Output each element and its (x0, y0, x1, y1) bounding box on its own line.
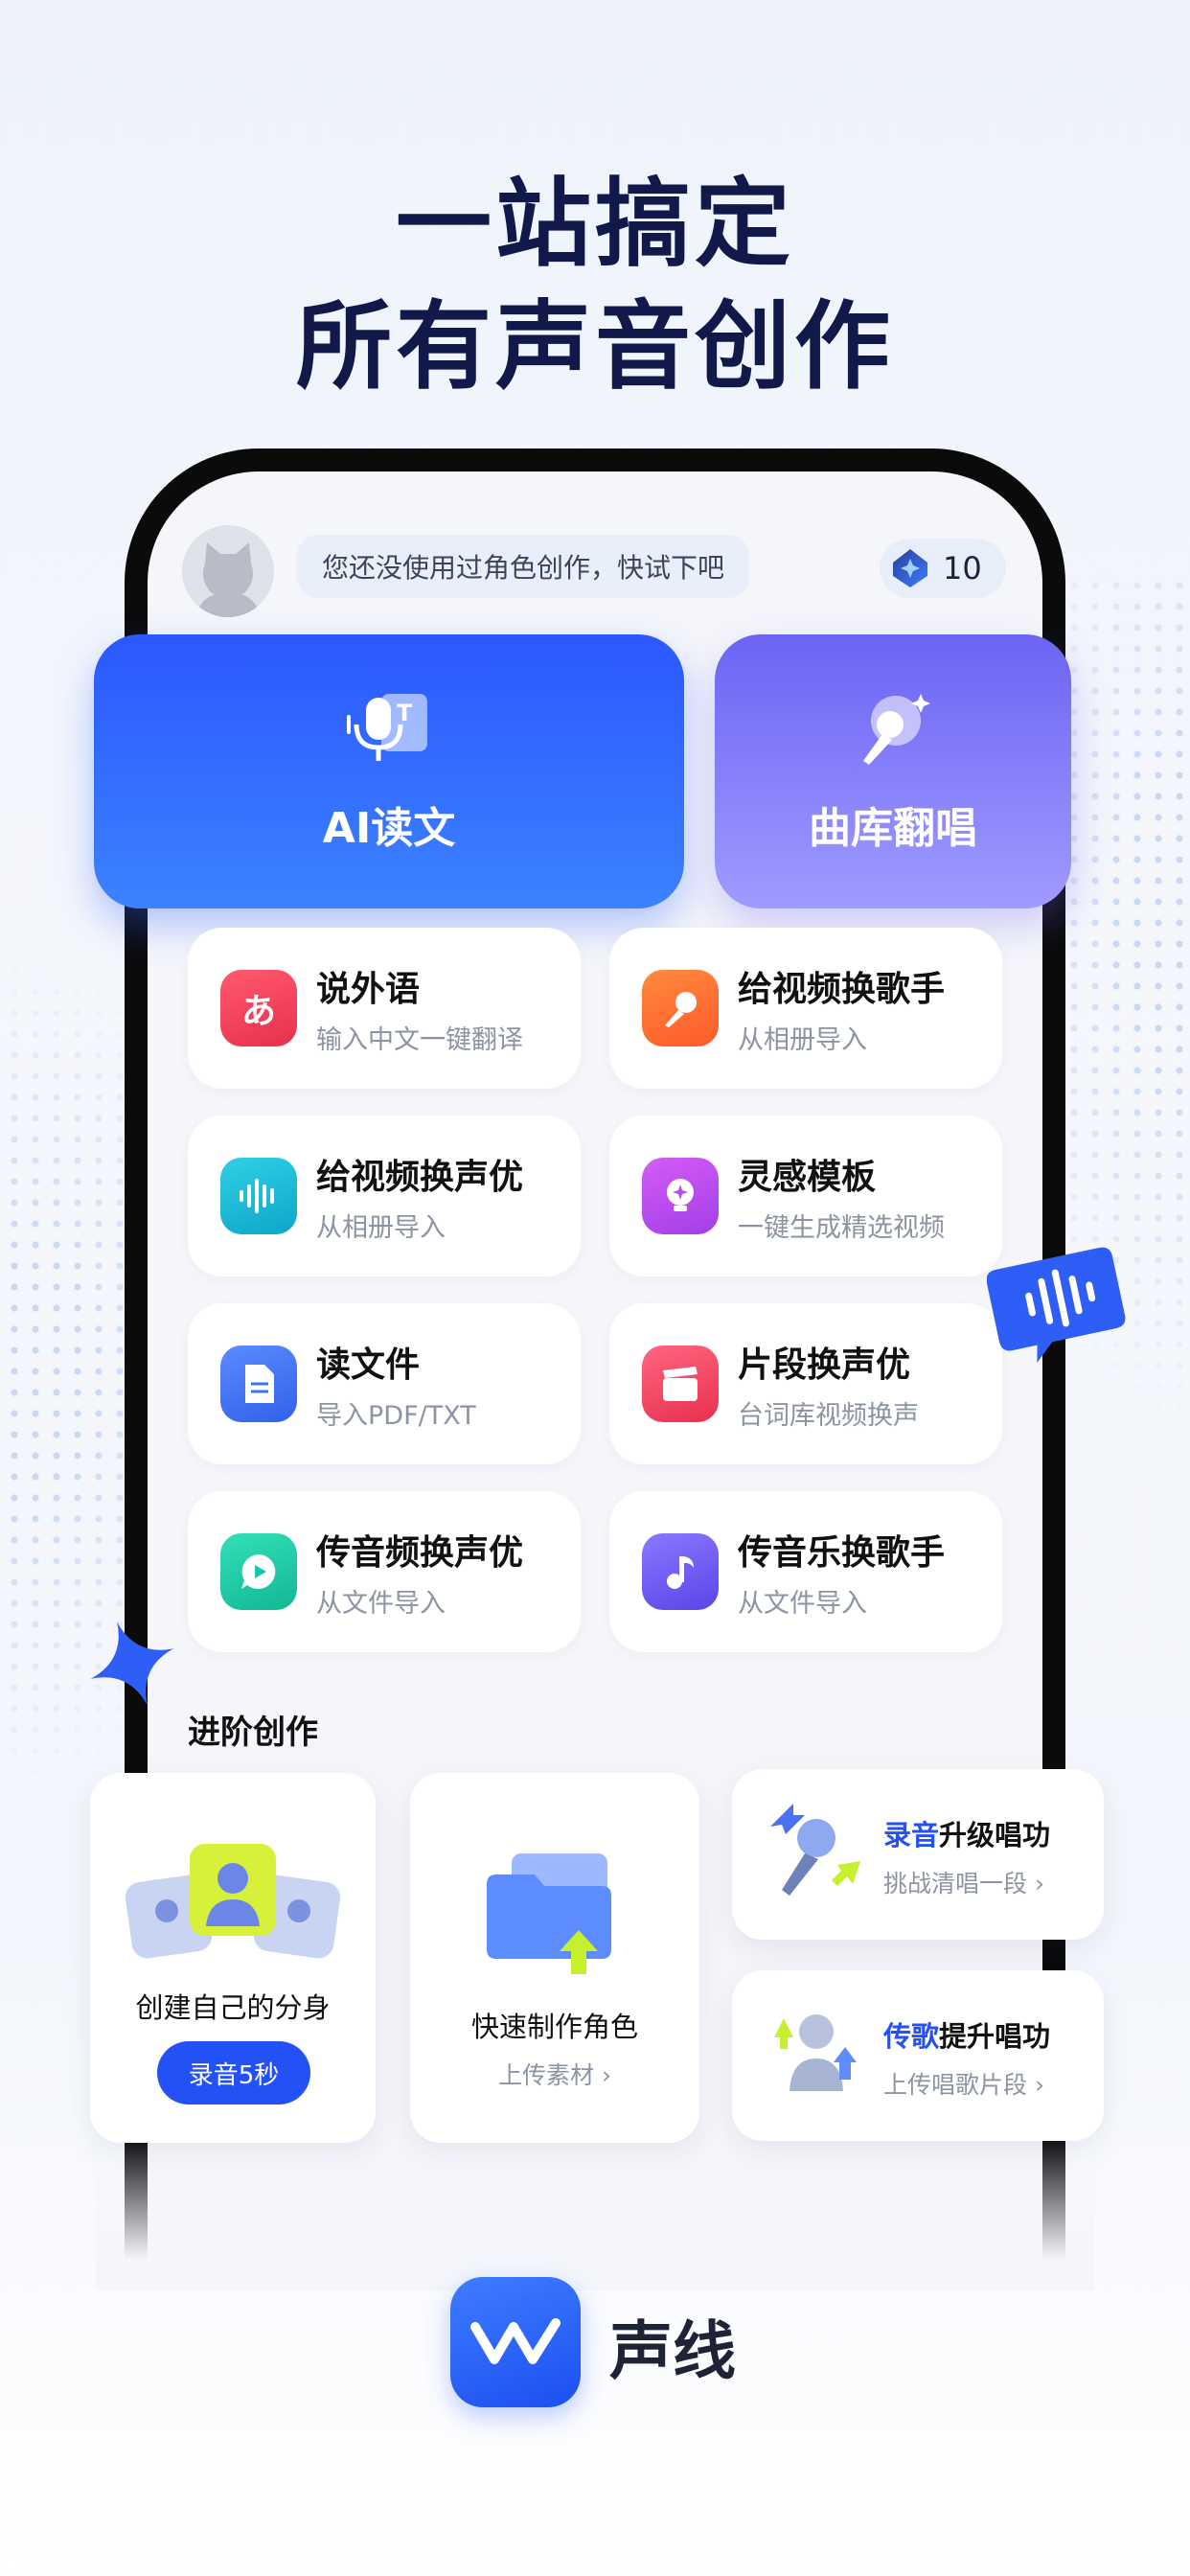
title-rest: 升级唱功 (939, 1819, 1051, 1852)
feature-video-voice[interactable]: 给视频换声优从相册导入 (188, 1116, 581, 1276)
credits-badge[interactable]: 10 (880, 539, 1006, 598)
soundwave-icon (220, 1158, 297, 1234)
record-singing-card[interactable]: 录音升级唱功 挑战清唱一段 › (732, 1769, 1104, 1940)
diamond-icon (893, 549, 927, 587)
record-5s-button[interactable]: 录音5秒 (157, 2041, 310, 2104)
feature-clip-voice[interactable]: 片段换声优台词库视频换声 (609, 1303, 1002, 1464)
feature-subtitle: 从文件导入 (316, 1588, 446, 1619)
microphone-text-icon: T (347, 694, 427, 761)
app-name: 声线 (609, 2314, 736, 2388)
cat-avatar-icon (195, 542, 261, 617)
avatar-profiles-illustration (125, 1844, 341, 1959)
upload-song-link[interactable]: 上传唱歌片段 › (883, 2066, 1044, 2101)
singer-upload-icon (774, 2014, 857, 2091)
feature-read-file[interactable]: 读文件导入PDF/TXT (188, 1303, 581, 1464)
feature-subtitle: 输入中文一键翻译 (316, 1024, 523, 1055)
feature-title: 灵感模板 (738, 1157, 877, 1197)
document-icon (220, 1346, 297, 1422)
record-singing-title: 录音升级唱功 (883, 1813, 1050, 1853)
lightbulb-icon (642, 1158, 719, 1234)
app-logo (450, 2277, 581, 2407)
svg-text:T: T (397, 700, 413, 726)
sparkle-star-icon (90, 1622, 174, 1706)
song-cover-label: 曲库翻唱 (809, 804, 977, 853)
section-title-advanced: 进阶创作 (188, 1714, 318, 1752)
feature-title: 片段换声优 (738, 1345, 911, 1385)
title-highlight: 录音 (883, 1819, 940, 1852)
avatar[interactable] (182, 525, 274, 617)
feature-subtitle: 从文件导入 (738, 1588, 867, 1619)
feature-inspiration-template[interactable]: 灵感模板一键生成精选视频 (609, 1116, 1002, 1276)
title-highlight: 传歌 (883, 2020, 940, 2053)
feature-title: 说外语 (316, 969, 421, 1009)
feature-video-singer[interactable]: 给视频换歌手从相册导入 (609, 928, 1002, 1089)
feature-title: 读文件 (316, 1345, 421, 1385)
microphone-icon (642, 970, 719, 1046)
feature-subtitle: 一键生成精选视频 (738, 1212, 945, 1243)
microphone-arrows-icon (770, 1804, 860, 1896)
headline-line-1: 一站搞定 (396, 168, 794, 280)
feature-subtitle: 从相册导入 (738, 1024, 867, 1055)
upload-song-title: 传歌提升唱功 (883, 2014, 1050, 2055)
feature-subtitle: 台词库视频换声 (738, 1400, 919, 1431)
play-bubble-icon (220, 1533, 297, 1610)
music-note-icon (642, 1533, 719, 1610)
floating-soundwave-bubble-icon (987, 1247, 1126, 1364)
title-rest: 提升唱功 (939, 2020, 1051, 2053)
folder-upload-icon (487, 1853, 611, 1974)
quick-role-link[interactable]: 上传素材 › (410, 2057, 699, 2091)
feature-subtitle: 从相册导入 (316, 1212, 446, 1243)
credits-count: 10 (943, 550, 982, 586)
feature-audio-voice[interactable]: 传音频换声优从文件导入 (188, 1491, 581, 1652)
ai-read-label: AI读文 (322, 804, 456, 853)
phone-bottom-fade (96, 2137, 1094, 2290)
song-cover-card[interactable]: 曲库翻唱 (715, 634, 1071, 908)
hiragana-icon: あ (220, 970, 297, 1046)
feature-music-singer[interactable]: 传音乐换歌手从文件导入 (609, 1491, 1002, 1652)
feature-title: 传音乐换歌手 (738, 1532, 946, 1573)
feature-foreign-language[interactable]: あ 说外语输入中文一键翻译 (188, 928, 581, 1089)
quick-role-label: 快速制作角色 (470, 2011, 638, 2043)
feature-title: 传音频换声优 (316, 1532, 524, 1573)
karaoke-mic-icon (863, 694, 930, 765)
feature-title: 给视频换声优 (316, 1157, 524, 1197)
create-avatar-label: 创建自己的分身 (135, 1991, 331, 2024)
record-singing-link[interactable]: 挑战清唱一段 › (883, 1865, 1044, 1899)
headline-line-2: 所有声音创作 (296, 290, 894, 402)
ai-read-card[interactable]: T AI读文 (94, 634, 684, 908)
role-creation-prompt[interactable]: 您还没使用过角色创作，快试下吧 (297, 535, 750, 598)
quick-role-card[interactable]: 快速制作角色 上传素材 › (410, 1773, 699, 2143)
feature-title: 给视频换歌手 (738, 969, 946, 1009)
upload-song-card[interactable]: 传歌提升唱功 上传唱歌片段 › (732, 1970, 1104, 2141)
promo-headline: 一站搞定 所有声音创作 (0, 163, 1190, 408)
wave-logo-icon (470, 2318, 561, 2364)
clapperboard-icon (642, 1346, 719, 1422)
feature-subtitle: 导入PDF/TXT (316, 1400, 476, 1431)
